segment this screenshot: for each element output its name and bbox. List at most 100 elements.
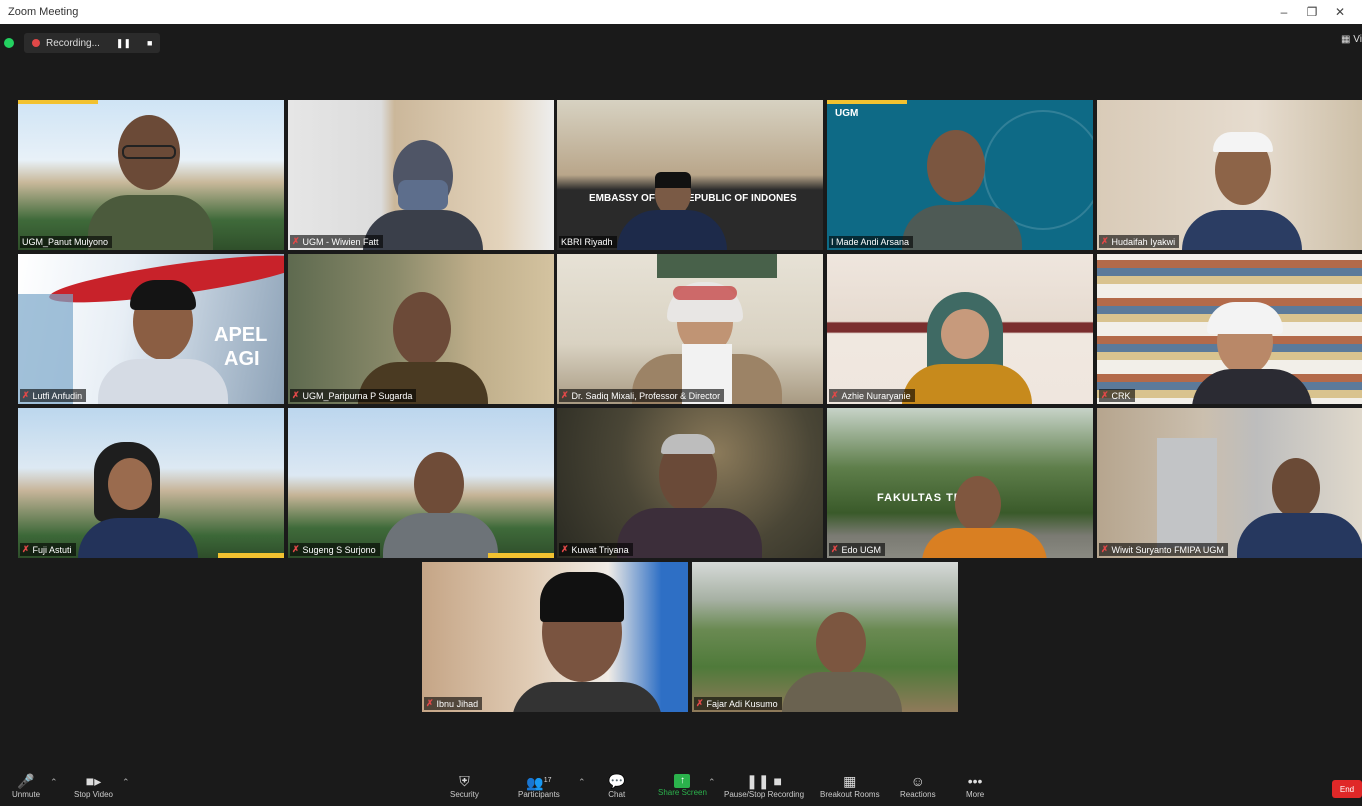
participants-icon: 👥17 — [526, 774, 552, 791]
participant-name: ✗ Lutfi Anfudin — [20, 389, 87, 402]
breakout-rooms-button[interactable]: ▦ Breakout Rooms — [820, 772, 880, 799]
audio-options-caret-icon[interactable]: ⌃ — [50, 777, 58, 788]
mic-muted-icon: ✗ — [292, 236, 300, 246]
video-tile[interactable]: ✗ Dr. Sadiq Mixali, Professor & Director — [557, 254, 823, 404]
video-tile[interactable]: APEL AGI ✗ Lutfi Anfudin — [18, 254, 284, 404]
apel-text-2: AGI — [224, 348, 260, 370]
pause-stop-recording-button[interactable]: ❚❚ ■ Pause/Stop Recording — [724, 772, 804, 799]
chat-button[interactable]: 💬 Chat — [608, 772, 625, 799]
participant-name: ✗ Azhie Nuraryanie — [829, 389, 915, 402]
breakout-rooms-label: Breakout Rooms — [820, 790, 880, 799]
recording-indicator: Recording... ❚❚ ■ — [24, 33, 161, 53]
participant-name: ✗ Kuwat Triyana — [559, 543, 633, 556]
mic-muted-icon: ✗ — [1101, 544, 1109, 554]
mic-muted-icon: ✗ — [426, 698, 434, 708]
reactions-smiley-icon: ☺ — [910, 773, 925, 789]
video-tile[interactable]: ✗ Wiwit Suryanto FMIPA UGM — [1097, 408, 1362, 558]
video-tile[interactable]: ✗ UGM - Wiwien Fatt — [288, 100, 554, 250]
title-bar: Zoom Meeting – ❐ ✕ — [0, 0, 1362, 24]
participant-name: KBRI Riyadh — [559, 236, 617, 248]
recording-label: Recording... — [46, 37, 100, 49]
window-title: Zoom Meeting — [8, 6, 79, 18]
pause-recording-label: Pause/Stop Recording — [724, 790, 805, 799]
participant-name: ✗ UGM_Paripurna P Sugarda — [290, 389, 417, 402]
close-icon[interactable]: ✕ — [1326, 5, 1354, 19]
more-button[interactable]: ••• More — [966, 772, 984, 799]
participants-caret-icon[interactable]: ⌃ — [578, 777, 586, 788]
security-shield-icon: ⛨ — [459, 773, 470, 789]
mic-muted-icon: ✗ — [1101, 236, 1109, 246]
participant-name: ✗ Fuji Astuti — [20, 543, 76, 556]
video-tile[interactable]: ✗ Hudaifah Iyakwi — [1097, 100, 1362, 250]
encryption-shield-icon[interactable] — [4, 38, 14, 48]
video-tile[interactable]: FAKULTAS TEKNIK ✗ Edo UGM — [827, 408, 1093, 558]
participant-name: ✗ Sugeng S Surjono — [290, 543, 380, 556]
mic-muted-icon: ✗ — [292, 544, 300, 554]
meeting-area: Recording... ❚❚ ■ ▦ Vi UGM_Panut Mulyono… — [4, 24, 1362, 806]
mic-muted-icon: ✗ — [292, 390, 300, 400]
view-button[interactable]: ▦ Vi — [1341, 34, 1362, 45]
pause-stop-icon: ❚❚ ■ — [746, 773, 782, 789]
share-options-caret-icon[interactable]: ⌃ — [708, 777, 716, 788]
video-tile[interactable]: UGM_Panut Mulyono — [18, 100, 284, 250]
participants-button[interactable]: 👥17 Participants — [518, 772, 560, 799]
video-options-caret-icon[interactable]: ⌃ — [122, 777, 130, 788]
participant-name: ✗ Fajar Adi Kusumo — [694, 697, 782, 710]
security-label: Security — [450, 790, 479, 799]
minimize-icon[interactable]: – — [1270, 5, 1298, 19]
mic-muted-icon: ✗ — [1101, 390, 1109, 400]
video-tile[interactable]: ✗ Fajar Adi Kusumo — [692, 562, 958, 712]
restore-icon[interactable]: ❐ — [1298, 5, 1326, 19]
stop-recording-icon[interactable]: ■ — [147, 38, 152, 48]
video-tile[interactable]: ✗ Kuwat Triyana — [557, 408, 823, 558]
reactions-button[interactable]: ☺ Reactions — [900, 772, 936, 799]
video-tile[interactable]: ✗ Azhie Nuraryanie — [827, 254, 1093, 404]
apel-text: APEL — [214, 324, 268, 346]
more-dots-icon: ••• — [967, 773, 983, 789]
participants-label: Participants — [518, 790, 560, 799]
stop-video-label: Stop Video — [74, 790, 113, 799]
mic-muted-icon: ✗ — [831, 544, 839, 554]
end-meeting-button[interactable]: End — [1332, 780, 1362, 798]
security-button[interactable]: ⛨ Security — [450, 772, 479, 799]
participant-name: I Made Andi Arsana — [829, 236, 914, 248]
video-tile[interactable]: ✗ Ibnu Jihad — [422, 562, 688, 712]
mic-muted-icon: ✗ — [696, 698, 704, 708]
participant-name: ✗ Ibnu Jihad — [424, 697, 483, 710]
recording-bar: Recording... ❚❚ ■ — [4, 30, 161, 56]
video-tile[interactable]: UGM I Made Andi Arsana — [827, 100, 1093, 250]
participant-name: UGM_Panut Mulyono — [20, 236, 113, 248]
record-dot-icon — [32, 39, 40, 47]
participants-count: 17 — [543, 777, 552, 784]
share-screen-label: Share Screen — [658, 788, 707, 797]
meeting-toolbar: 🎤 Unmute ⌃ ■▸ Stop Video ⌃ ⛨ Security 👥1… — [8, 768, 1362, 806]
mic-muted-icon: ✗ — [22, 390, 30, 400]
participant-name: ✗ CRK — [1099, 389, 1135, 402]
unmute-button[interactable]: 🎤 Unmute — [12, 772, 40, 799]
reactions-label: Reactions — [900, 790, 936, 799]
participant-name: ✗ Wiwit Suryanto FMIPA UGM — [1099, 543, 1228, 556]
breakout-rooms-icon: ▦ — [843, 773, 857, 789]
microphone-muted-icon: 🎤 — [17, 773, 35, 789]
chat-bubble-icon: 💬 — [608, 773, 626, 789]
stop-video-button[interactable]: ■▸ Stop Video — [74, 772, 113, 799]
video-tile[interactable]: ✗ Sugeng S Surjono — [288, 408, 554, 558]
more-label: More — [966, 790, 985, 799]
mic-muted-icon: ✗ — [22, 544, 30, 554]
share-screen-icon: ↑ — [674, 774, 691, 788]
video-tile[interactable]: ✗ CRK — [1097, 254, 1362, 404]
participant-name: ✗ Edo UGM — [829, 543, 886, 556]
share-screen-button[interactable]: ↑ Share Screen — [658, 772, 707, 797]
participant-name: ✗ UGM - Wiwien Fatt — [290, 235, 383, 248]
video-tile-active-speaker[interactable]: EMBASSY OF THE REPUBLIC OF INDONES KBRI … — [557, 100, 823, 250]
grid-view-icon: ▦ — [1341, 34, 1351, 45]
video-tile[interactable]: ✗ Fuji Astuti — [18, 408, 284, 558]
pause-recording-icon[interactable]: ❚❚ — [116, 38, 131, 49]
chat-label: Chat — [608, 790, 626, 799]
participant-name: ✗ Hudaifah Iyakwi — [1099, 235, 1180, 248]
video-tile[interactable]: ✗ UGM_Paripurna P Sugarda — [288, 254, 554, 404]
mic-muted-icon: ✗ — [561, 390, 569, 400]
ugm-logo-text: UGM — [835, 108, 859, 119]
unmute-label: Unmute — [12, 790, 41, 799]
participant-name: ✗ Dr. Sadiq Mixali, Professor & Director — [559, 389, 725, 402]
